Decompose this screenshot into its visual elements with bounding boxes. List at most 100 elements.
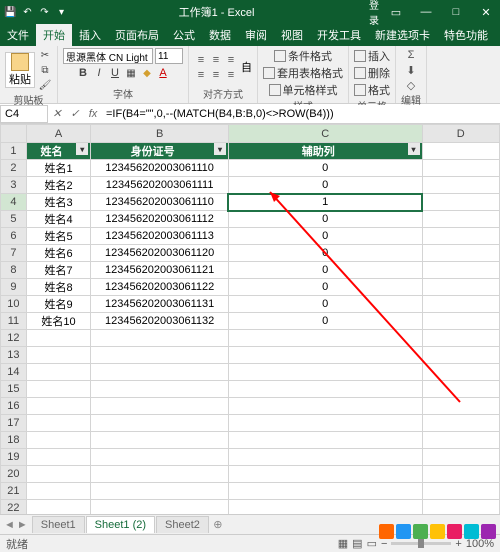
tab-special[interactable]: 特色功能 <box>437 24 495 46</box>
zoom-level[interactable]: 100% <box>466 538 494 550</box>
zoom-in-icon[interactable]: + <box>455 538 461 550</box>
col-B[interactable]: B <box>91 125 229 143</box>
font-size-select[interactable]: 11 <box>155 48 183 64</box>
clear-icon[interactable]: ◇ <box>404 78 418 92</box>
worksheet[interactable]: A B C D 1 姓名▾ 身份证号▾ 辅助列▾ 2 姓名1 123456202… <box>0 124 500 514</box>
tab-file[interactable]: 文件 <box>0 24 36 46</box>
cell-helper[interactable]: 0 <box>228 279 422 296</box>
filter-icon[interactable]: ▾ <box>408 143 420 155</box>
row-1[interactable]: 1 <box>1 143 27 160</box>
tray-icon[interactable] <box>464 524 479 539</box>
sheet-tab-3[interactable]: Sheet2 <box>156 516 209 533</box>
format-painter-icon[interactable]: 🖌 <box>38 78 52 92</box>
cell-helper[interactable]: 0 <box>228 211 422 228</box>
cell-name[interactable]: 姓名10 <box>26 313 91 330</box>
table-format-button[interactable]: 套用表格格式 <box>263 65 343 81</box>
fill-color-icon[interactable]: ◆ <box>140 66 154 80</box>
cut-icon[interactable]: ✂ <box>38 48 52 62</box>
row-15[interactable]: 15 <box>1 381 27 398</box>
filter-icon[interactable]: ▾ <box>76 143 88 155</box>
formula-input[interactable] <box>102 105 500 123</box>
cell-style-button[interactable]: 单元格样式 <box>269 82 338 98</box>
cell-helper[interactable]: 1 <box>228 194 422 211</box>
underline-icon[interactable]: U <box>108 66 122 80</box>
tray-icon[interactable] <box>430 524 445 539</box>
row-5[interactable]: 5 <box>1 211 27 228</box>
cell-name[interactable]: 姓名7 <box>26 262 91 279</box>
bold-icon[interactable]: B <box>76 66 90 80</box>
tab-formulas[interactable]: 公式 <box>166 24 202 46</box>
tab-home[interactable]: 开始 <box>36 24 72 46</box>
tray-icon[interactable] <box>413 524 428 539</box>
add-sheet-icon[interactable]: ⊕ <box>210 517 226 533</box>
select-all[interactable] <box>1 125 27 143</box>
row-12[interactable]: 12 <box>1 330 27 347</box>
format-cells-button[interactable]: 格式 <box>354 82 390 98</box>
tray-icon[interactable] <box>481 524 496 539</box>
header-name[interactable]: 姓名▾ <box>26 143 91 160</box>
view-layout-icon[interactable]: ▤ <box>352 537 362 550</box>
cell-name[interactable]: 姓名3 <box>26 194 91 211</box>
enter-icon[interactable]: ✓ <box>66 105 84 123</box>
cell-id[interactable]: 123456202003061122 <box>91 279 229 296</box>
tab-layout[interactable]: 页面布局 <box>108 24 166 46</box>
row-10[interactable]: 10 <box>1 296 27 313</box>
row-20[interactable]: 20 <box>1 466 27 483</box>
view-normal-icon[interactable]: ▦ <box>338 537 348 550</box>
cell-name[interactable]: 姓名5 <box>26 228 91 245</box>
copy-icon[interactable]: ⧉ <box>38 63 52 77</box>
cell-id[interactable]: 123456202003061121 <box>91 262 229 279</box>
save-icon[interactable]: 💾 <box>4 6 17 19</box>
cancel-icon[interactable]: ✕ <box>48 105 66 123</box>
row-3[interactable]: 3 <box>1 177 27 194</box>
row-21[interactable]: 21 <box>1 483 27 500</box>
cell-helper[interactable]: 0 <box>228 296 422 313</box>
row-13[interactable]: 13 <box>1 347 27 364</box>
cell-helper[interactable]: 0 <box>228 160 422 177</box>
row-17[interactable]: 17 <box>1 415 27 432</box>
col-D[interactable]: D <box>422 125 499 143</box>
align-right-icon[interactable]: ≡ <box>224 68 238 82</box>
minimize-icon[interactable]: — <box>412 2 440 22</box>
tab-custom[interactable]: 新建选项卡 <box>368 24 437 46</box>
cell-id[interactable]: 123456202003061111 <box>91 177 229 194</box>
sheet-tab-2[interactable]: Sheet1 (2) <box>86 516 155 533</box>
cell-id[interactable]: 123456202003061131 <box>91 296 229 313</box>
align-top-icon[interactable]: ≡ <box>194 53 208 67</box>
autosum-icon[interactable]: Σ <box>404 48 418 62</box>
cell-name[interactable]: 姓名9 <box>26 296 91 313</box>
cell-name[interactable]: 姓名8 <box>26 279 91 296</box>
col-C[interactable]: C <box>228 125 422 143</box>
align-bot-icon[interactable]: ≡ <box>224 53 238 67</box>
cell-name[interactable]: 姓名4 <box>26 211 91 228</box>
align-left-icon[interactable]: ≡ <box>194 68 208 82</box>
row-14[interactable]: 14 <box>1 364 27 381</box>
cell-helper[interactable]: 0 <box>228 313 422 330</box>
row-7[interactable]: 7 <box>1 245 27 262</box>
name-box[interactable]: C4 <box>0 105 48 123</box>
align-mid-icon[interactable]: ≡ <box>209 53 223 67</box>
font-color-icon[interactable]: A <box>156 66 170 80</box>
filter-icon[interactable]: ▾ <box>214 143 226 155</box>
conditional-format-button[interactable]: 条件格式 <box>274 48 332 64</box>
row-2[interactable]: 2 <box>1 160 27 177</box>
row-19[interactable]: 19 <box>1 449 27 466</box>
tab-review[interactable]: 审阅 <box>238 24 274 46</box>
cell-id[interactable]: 123456202003061112 <box>91 211 229 228</box>
paste-button[interactable]: 粘贴 <box>5 52 35 88</box>
row-22[interactable]: 22 <box>1 500 27 515</box>
delete-cells-button[interactable]: 删除 <box>354 65 390 81</box>
nav-next-icon[interactable]: ► <box>17 519 28 531</box>
cell-name[interactable]: 姓名2 <box>26 177 91 194</box>
italic-icon[interactable]: I <box>92 66 106 80</box>
view-break-icon[interactable]: ▭ <box>367 537 377 550</box>
tray-icon[interactable] <box>447 524 462 539</box>
cell-helper[interactable]: 0 <box>228 228 422 245</box>
header-helper[interactable]: 辅助列▾ <box>228 143 422 160</box>
tab-data[interactable]: 数据 <box>202 24 238 46</box>
close-icon[interactable]: ✕ <box>472 2 500 22</box>
cell-helper[interactable]: 0 <box>228 262 422 279</box>
undo-icon[interactable]: ↶ <box>21 6 34 19</box>
zoom-slider[interactable] <box>391 542 451 545</box>
cell-name[interactable]: 姓名6 <box>26 245 91 262</box>
